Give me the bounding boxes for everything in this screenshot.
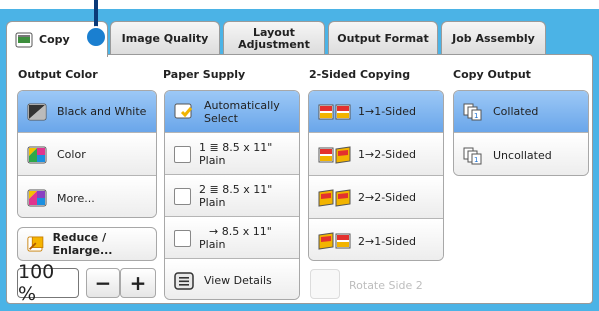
tray-2-line1: 2 ≣ 8.5 x 11" [199,183,273,196]
tab-copy-label: Copy [39,32,70,46]
copy-panel: Output Color Black and White Color More.… [6,54,593,305]
collated-button[interactable]: 1 Collated [454,91,588,133]
tray-1-line1: 1 ≣ 8.5 x 11" [199,141,273,154]
black-and-white-button[interactable]: Black and White [18,91,156,133]
tab-output-format[interactable]: Output Format [328,21,438,55]
tab-layout-adjustment[interactable]: Layout Adjustment [223,21,325,55]
tray-1-swatch [174,145,191,163]
color-icon [27,146,47,163]
tab-job-assembly[interactable]: Job Assembly [441,21,546,55]
zoom-decrease-button[interactable]: − [86,268,120,298]
uncollated-icon: 1 [463,147,482,164]
auto-select-label: Automatically Select [204,99,280,125]
pointer-marker [85,26,107,48]
rotate-side-2-checkbox[interactable] [310,269,340,299]
auto-select-line2: Select [204,111,238,125]
rotate-side-2-label: Rotate Side 2 [349,279,423,292]
two-to-two-sided-icon [318,188,351,207]
one-to-one-sided-label: 1→1-Sided [358,105,416,118]
paper-supply-group: Automatically Select 1 ≣ 8.5 x 11" Plain… [164,90,300,300]
tab-layout-adjustment-label: Layout Adjustment [238,25,310,51]
reduce-enlarge-button[interactable]: Reduce / Enlarge... [17,227,157,261]
bypass-tray-swatch [174,229,191,247]
copy-output-group: 1 Collated 1 Uncollated [453,90,589,176]
collated-label: Collated [493,105,539,118]
more-colors-button[interactable]: More... [18,177,156,217]
auto-select-line1: Automatically [204,98,280,112]
view-details-button[interactable]: View Details [165,260,299,299]
color-label: Color [57,148,86,161]
output-color-group: Black and White Color More... [17,90,157,218]
two-to-one-sided-label: 2→1-Sided [358,234,416,248]
tray-1-button[interactable]: 1 ≣ 8.5 x 11" Plain [165,134,299,175]
reduce-enlarge-label: Reduce / Enlarge... [52,231,113,257]
reduce-enlarge-icon [27,236,44,252]
one-to-two-sided-button[interactable]: 1→2-Sided [309,134,443,176]
collated-icon: 1 [463,103,482,120]
black-white-icon [27,103,47,120]
auto-select-icon [174,103,193,118]
tab-job-assembly-label: Job Assembly [452,31,535,45]
auto-select-paper-button[interactable]: Automatically Select [165,91,299,133]
zoom-value-field[interactable]: 100 % [17,261,79,305]
two-to-one-sided-icon [318,232,351,250]
color-button[interactable]: Color [18,134,156,176]
paper-supply-header: Paper Supply [163,68,246,81]
uncollated-button[interactable]: 1 Uncollated [454,134,588,175]
black-and-white-label: Black and White [57,105,147,118]
details-list-icon [174,271,194,290]
tab-image-quality-label: Image Quality [121,31,209,45]
bypass-tray-label: → 8.5 x 11" Plain [199,225,272,251]
tab-output-format-label: Output Format [337,31,429,45]
two-to-two-sided-label: 2→2-Sided [358,191,416,204]
copy-tab-icon [15,32,33,47]
tray-2-label: 2 ≣ 8.5 x 11" Plain [199,183,272,209]
bypass-tray-button[interactable]: → 8.5 x 11" Plain [165,218,299,259]
view-details-label: View Details [204,274,272,287]
zoom-increase-button[interactable]: + [120,268,156,298]
svg-text:1: 1 [474,156,478,164]
more-colors-icon [27,189,47,207]
tray-1-line2: Plain [199,154,226,167]
two-to-two-sided-button[interactable]: 2→2-Sided [309,177,443,219]
two-sided-header: 2-Sided Copying [309,68,411,81]
more-colors-label: More... [57,191,95,205]
one-to-one-sided-button[interactable]: 1→1-Sided [309,91,443,133]
bypass-tray-line2: Plain [199,238,226,251]
one-to-two-sided-label: 1→2-Sided [358,148,416,161]
bypass-tray-line1: → 8.5 x 11" [209,225,272,238]
tray-2-button[interactable]: 2 ≣ 8.5 x 11" Plain [165,176,299,217]
one-to-one-sided-icon [318,104,351,119]
output-color-header: Output Color [18,68,98,81]
tray-2-line2: Plain [199,196,226,209]
one-to-two-sided-icon [318,145,351,164]
uncollated-label: Uncollated [493,149,552,162]
tray-2-swatch [174,187,191,205]
two-sided-group: 1→1-Sided 1→2-Sided 2→2-Sided 2→1-Sided [308,90,444,261]
two-to-one-sided-button[interactable]: 2→1-Sided [309,220,443,260]
svg-text:1: 1 [474,112,478,120]
tray-1-label: 1 ≣ 8.5 x 11" Plain [199,141,272,167]
tab-image-quality[interactable]: Image Quality [110,21,220,55]
copy-output-header: Copy Output [453,68,531,81]
